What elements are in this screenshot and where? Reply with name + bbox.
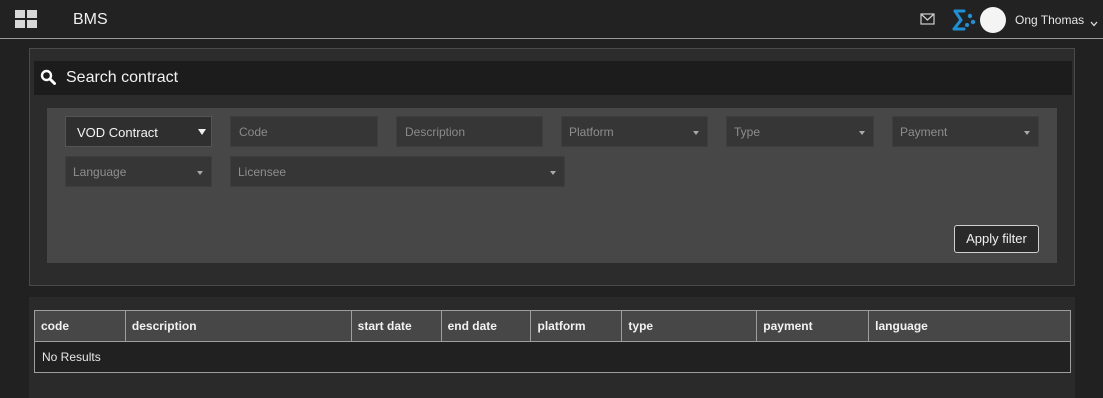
payment-select[interactable]: Payment	[892, 116, 1039, 147]
platform-placeholder: Platform	[569, 125, 614, 139]
apply-filter-button[interactable]: Apply filter	[954, 225, 1039, 253]
search-title: Search contract	[66, 69, 179, 86]
description-input[interactable]	[396, 116, 543, 147]
language-select[interactable]: Language	[65, 156, 212, 187]
chevron-down-icon[interactable]	[1090, 15, 1098, 27]
search-contract-panel: Search contract VOD Contract Platform Ty…	[29, 48, 1075, 286]
contract-type-value: VOD Contract	[77, 125, 158, 140]
caret-down-icon	[1024, 131, 1030, 135]
no-results-message: No Results	[34, 341, 1071, 373]
column-header-type[interactable]: type	[621, 310, 758, 342]
grid-menu-icon[interactable]	[15, 10, 37, 28]
column-header-platform[interactable]: platform	[530, 310, 623, 342]
mail-icon[interactable]	[920, 12, 936, 26]
search-icon	[40, 69, 56, 85]
results-table: code description start date end date pla…	[34, 310, 1071, 373]
column-header-description[interactable]: description	[124, 310, 352, 342]
table-row: No Results	[34, 341, 1071, 373]
results-panel: code description start date end date pla…	[29, 297, 1075, 398]
brand-logo-icon[interactable]	[951, 8, 977, 32]
app-title[interactable]: BMS	[73, 11, 108, 29]
column-header-start-date[interactable]: start date	[350, 310, 442, 342]
filter-area: VOD Contract Platform Type Payment Langu…	[47, 108, 1057, 263]
caret-down-icon	[198, 129, 206, 135]
column-header-language[interactable]: language	[868, 310, 1071, 342]
caret-down-icon	[693, 131, 699, 135]
table-header-row: code description start date end date pla…	[34, 310, 1071, 342]
type-select[interactable]: Type	[726, 116, 874, 147]
licensee-select[interactable]: Licensee	[230, 156, 565, 187]
column-header-end-date[interactable]: end date	[440, 310, 532, 342]
column-header-payment[interactable]: payment	[756, 310, 870, 342]
code-input[interactable]	[230, 116, 378, 147]
caret-down-icon	[197, 171, 203, 175]
avatar[interactable]	[980, 7, 1006, 33]
language-placeholder: Language	[73, 165, 127, 179]
top-navigation-bar: BMS Ong Thomas	[0, 0, 1103, 39]
caret-down-icon	[550, 171, 556, 175]
licensee-placeholder: Licensee	[238, 165, 287, 179]
column-header-code[interactable]: code	[34, 310, 126, 342]
search-header[interactable]: Search contract	[34, 61, 1072, 95]
caret-down-icon	[859, 131, 865, 135]
contract-type-select[interactable]: VOD Contract	[65, 116, 212, 147]
type-placeholder: Type	[734, 125, 761, 139]
platform-select[interactable]: Platform	[561, 116, 708, 147]
payment-placeholder: Payment	[900, 125, 948, 139]
user-name[interactable]: Ong Thomas	[1015, 13, 1084, 27]
